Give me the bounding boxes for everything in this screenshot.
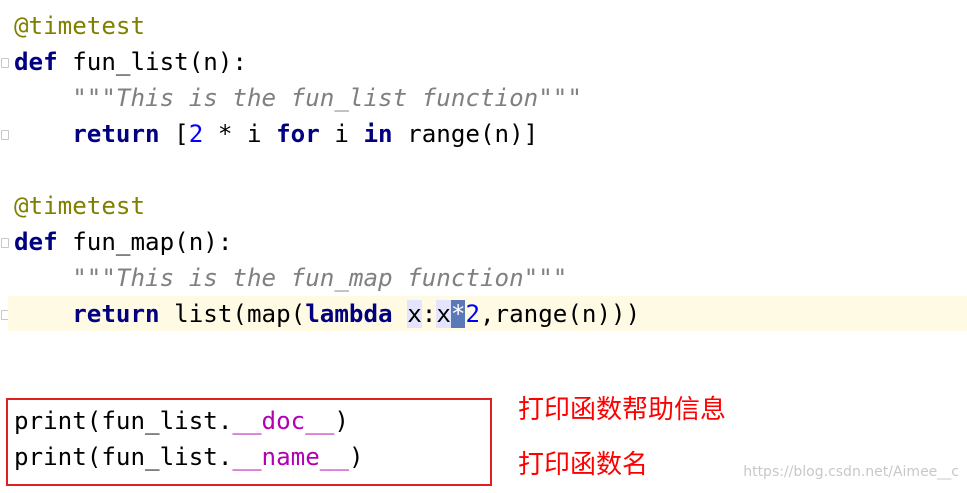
function-signature: fun_map(n):	[57, 228, 233, 256]
text-selection[interactable]: *	[450, 300, 466, 328]
decorator: @timetest	[14, 192, 146, 220]
fold-marker-icon[interactable]	[1, 238, 9, 248]
keyword-def: def	[14, 48, 58, 76]
code-line[interactable]: """This is the fun_map function"""	[14, 260, 567, 296]
code-line[interactable]: @timetest	[14, 8, 145, 44]
fold-marker-icon[interactable]	[1, 58, 9, 68]
code-line-current[interactable]: return list(map(lambda x:x*2,range(n)))	[14, 296, 640, 332]
decorator: @timetest	[14, 12, 146, 40]
keyword-in: in	[363, 120, 393, 148]
code-line[interactable]: @timetest	[14, 188, 145, 224]
watermark: https://blog.csdn.net/Aimee__c	[743, 464, 959, 480]
code-line[interactable]: def fun_list(n):	[14, 44, 247, 80]
keyword-def: def	[14, 228, 58, 256]
lambda-param: x	[407, 300, 422, 328]
keyword-return: return	[72, 300, 160, 328]
code-line[interactable]: return [2 * i for i in range(n)]	[14, 116, 538, 152]
keyword-lambda: lambda	[305, 300, 393, 328]
lambda-param-usage: x	[436, 300, 451, 328]
code-line[interactable]: def fun_map(n):	[14, 224, 232, 260]
docstring: """This is the fun_list function"""	[72, 84, 582, 112]
number-literal: 2	[465, 300, 480, 328]
docstring: """This is the fun_map function"""	[72, 264, 568, 292]
keyword-return: return	[72, 120, 160, 148]
highlight-box	[6, 398, 492, 486]
annotation-doc: 打印函数帮助信息	[518, 395, 727, 425]
code-line[interactable]: """This is the fun_list function"""	[14, 80, 582, 116]
fold-marker-icon[interactable]	[1, 130, 9, 140]
function-signature: fun_list(n):	[57, 48, 247, 76]
number-literal: 2	[188, 120, 204, 148]
keyword-for: for	[276, 120, 320, 148]
annotation-name: 打印函数名	[518, 450, 649, 480]
